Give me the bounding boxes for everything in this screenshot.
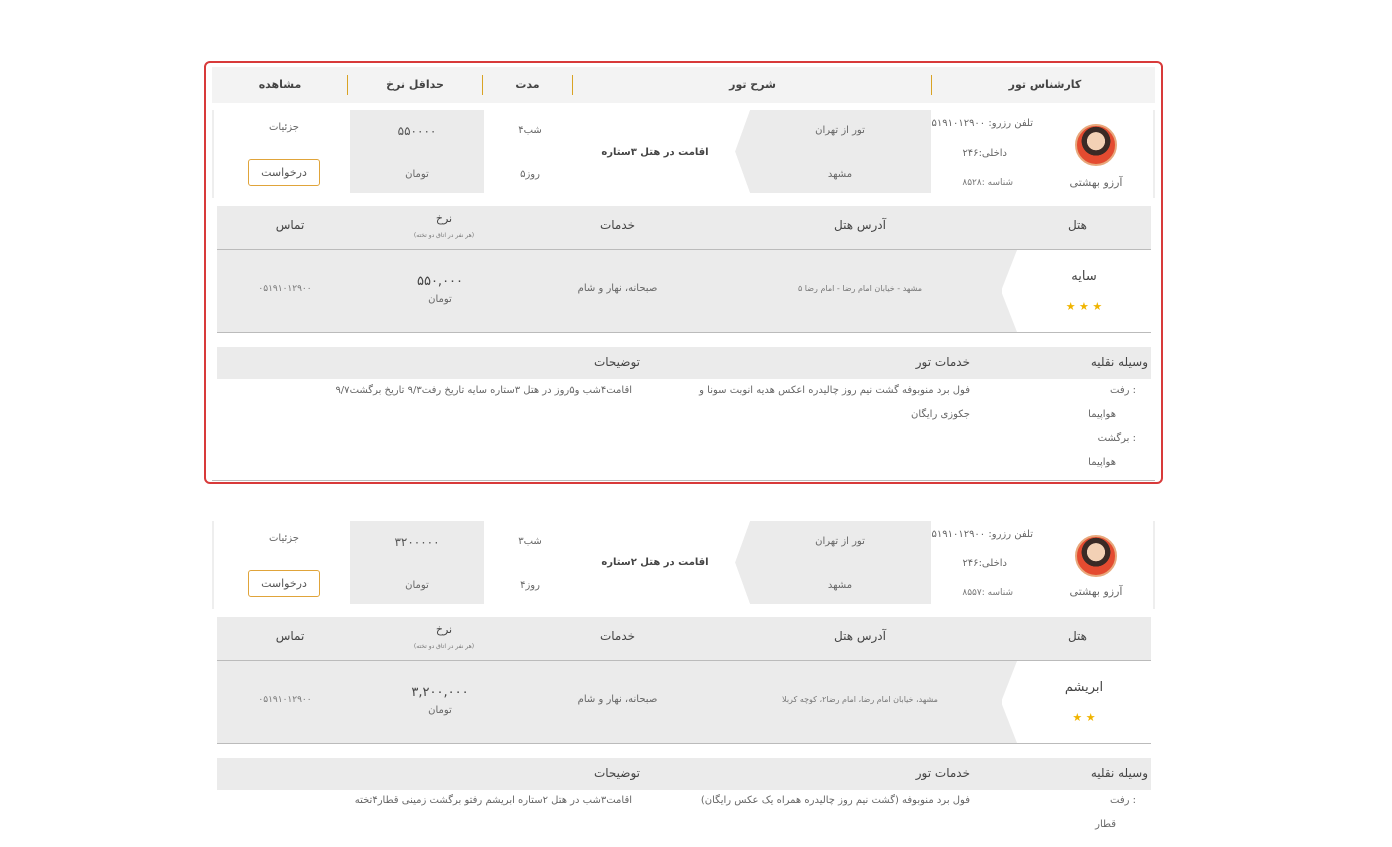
days: ۴روز [520,580,540,591]
transport-table-header [217,347,1151,379]
route-arrow-cell [735,521,931,604]
route-arrow-cell [735,110,931,193]
price: ۳۲۰۰۰۰۰ [394,535,440,549]
days: ۵روز [520,169,540,180]
avatar [1075,124,1117,166]
request-button[interactable]: درخواست [248,570,320,597]
hotel-price: ۵۵۰,۰۰۰ [416,274,464,289]
destination: مشهد [827,580,853,591]
internal: داخلی:۲۴۶ [962,558,1007,569]
expert-name: آرزو بهشتی [1069,176,1123,189]
notes-header: توضیحات [593,766,640,780]
price-cell [350,521,484,604]
card-edge [1153,521,1155,609]
tour-services-text: فول برد منوبوفه (گشت نیم روز چالیدره همر… [700,795,970,806]
request-button[interactable]: درخواست [248,159,320,186]
tour-services-header: خدمات تور [915,355,970,369]
go-label: رفت : [1110,795,1136,806]
nights: ۳شب [518,536,542,547]
vehicle-header: وسیله نقلیه [1090,766,1148,780]
go-label: رفت : [1110,385,1136,396]
avatar [1075,535,1117,577]
services-header: خدمات [599,218,636,232]
rate-header: نرخ [435,212,453,225]
phone: تلفن رزرو: ۰۵۱۹۱۰۱۲۹۰۰ [926,118,1033,129]
phone: تلفن رزرو: ۰۵۱۹۱۰۱۲۹۰۰ [926,529,1033,540]
divider [212,480,1155,481]
notes-text: اقامت۳شب در هتل ۲ستاره ابریشم رفتو برگشت… [354,795,632,806]
return-label: برگشت : [1097,433,1136,444]
hotel-table-header [217,206,1151,249]
hotel-currency: تومان [428,294,452,305]
price-cell [350,110,484,193]
services-header: خدمات [599,629,636,643]
vehicle-header: وسیله نقلیه [1090,355,1148,369]
hotel-services: صبحانه، نهار و شام [577,694,658,705]
tour-services-header: خدمات تور [915,766,970,780]
go-vehicle: قطار [1095,819,1116,830]
notes-text: اقامت۴شب و۵روز در هتل ۳ستاره سایه تاریخ … [335,385,632,396]
expert-name: آرزو بهشتی [1069,585,1123,598]
hotel-header: هتل [1067,218,1088,232]
hotel-contact: ۰۵۱۹۱۰۱۲۹۰۰ [258,695,312,705]
hotel-services: صبحانه، نهار و شام [577,283,658,294]
transport-table-header [217,758,1151,790]
hotel-name-cell [1001,661,1017,743]
hotel-name: ابریشم [1064,680,1104,695]
tour-id: شناسه :۸۵۲۸ [962,178,1013,188]
hotel-currency: تومان [428,705,452,716]
hotel-name: سایه [1071,269,1097,284]
hotel-table-header [217,617,1151,660]
address-header: آدرس هتل [834,218,886,232]
tour-from: تور از تهران [815,536,865,547]
card-edge [212,110,214,198]
card-edge [212,521,214,609]
nights: ۴شب [518,125,542,136]
hotel-price: ۳,۲۰۰,۰۰۰ [411,685,469,700]
rate-note: (هر نفر در اتاق دو تخته) [413,643,475,650]
tour-id: شناسه :۸۵۵۷ [962,588,1013,598]
hotel-header: هتل [1067,629,1088,643]
internal: داخلی:۲۴۶ [962,148,1007,159]
price: ۵۵۰۰۰۰ [397,124,437,138]
tour-services-text: جکوزی رایگان [910,409,970,420]
go-vehicle: هواپیما [1088,409,1116,420]
star-rating-icon: ★ ★ ★ [1065,300,1103,313]
card-edge [1153,110,1155,198]
contact-header: تماس [275,218,305,232]
divider [217,332,1151,333]
hotel-contact: ۰۵۱۹۱۰۱۲۹۰۰ [258,284,312,294]
stay-description: اقامت در هتل ۳ستاره [601,147,709,158]
currency: تومان [405,580,429,591]
tour-from: تور از تهران [815,125,865,136]
stay-description: اقامت در هتل ۲ستاره [601,557,709,568]
divider [217,743,1151,744]
address-header: آدرس هتل [834,629,886,643]
hotel-name-cell [1001,250,1017,332]
contact-header: تماس [275,629,305,643]
rate-note: (هر نفر در اتاق دو تخته) [413,232,475,239]
currency: تومان [405,169,429,180]
hotel-address: مشهد - خیابان امام رضا - امام رضا ۵ [797,284,923,293]
return-vehicle: هواپیما [1088,457,1116,468]
hotel-address: مشهد، خیابان امام رضا، امام رضا۲، کوچه ک… [782,695,938,704]
details-link[interactable]: جزئیات [248,533,320,544]
notes-header: توضیحات [593,355,640,369]
tour-services-text: فول برد منوبوفه گشت نیم روز چالیدره اعکس… [699,385,970,396]
rate-header: نرخ [435,623,453,636]
star-rating-icon: ★ ★ [1072,711,1096,724]
details-link[interactable]: جزئیات [248,122,320,133]
destination: مشهد [827,169,853,180]
